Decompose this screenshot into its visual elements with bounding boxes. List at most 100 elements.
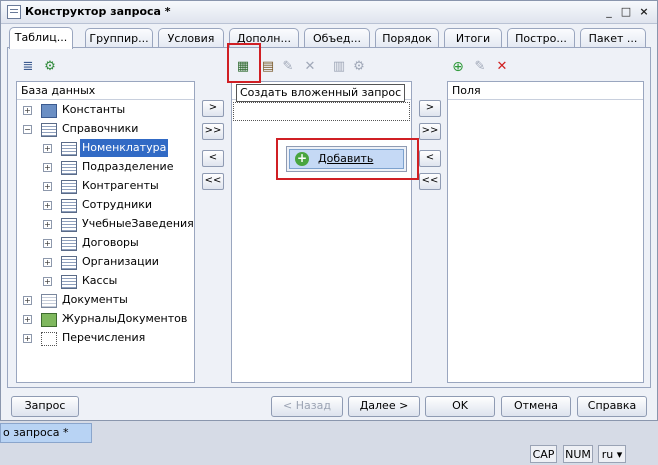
tree-item-nomenclature[interactable]: + Номенклатура [17,139,194,157]
collapse-icon[interactable]: − [23,125,32,134]
tab-unions[interactable]: Объед... [304,28,370,48]
close-button[interactable]: × [636,4,652,19]
database-panel: База данных + Константы − Справочники + … [16,81,195,383]
database-panel-header: База данных [17,82,194,100]
tree-item-label: ЖурналыДокументов [62,312,188,325]
catalog-table-icon [61,142,77,156]
window-icon [7,5,21,19]
taskbar-window-tab[interactable]: о запроса * [0,423,92,443]
tree-item-cash[interactable]: + Кассы [17,272,194,290]
add-icon: + [295,151,309,166]
title-bar[interactable]: Конструктор запроса * _ □ × [1,1,657,24]
tab-order[interactable]: Порядок [375,28,439,48]
tree-item-label: Организации [82,255,159,268]
field-move-all-left-button[interactable]: << [419,173,441,190]
context-menu: + Добавить [286,146,407,172]
add-table-icon[interactable]: ▤ [260,59,276,75]
expand-icon[interactable]: + [23,296,32,305]
catalog-table-icon [61,218,77,232]
tree-item-label: УчебныеЗаведения [82,217,194,230]
expand-icon[interactable]: + [43,163,52,172]
enum-icon [41,332,57,346]
edit-field-icon[interactable]: ✎ [472,59,488,75]
replace-table-icon[interactable]: ▥ [331,59,347,75]
tree-item-label: Перечисления [62,331,146,344]
field-move-all-right-button[interactable]: >> [419,123,441,140]
language-selector[interactable]: ru ▾ [598,445,626,463]
tree-item-employees[interactable]: + Сотрудники [17,196,194,214]
expand-icon[interactable]: + [43,144,52,153]
delete-field-icon[interactable]: ✕ [494,59,510,75]
tab-conditions[interactable]: Условия [158,28,224,48]
help-button[interactable]: Справка [577,396,647,417]
tree-item-label: Номенклатура [80,139,169,157]
tree-item-counterparties[interactable]: + Контрагенты [17,177,194,195]
document-icon [41,294,57,308]
tree-settings-icon[interactable]: ⚙ [42,59,58,75]
query-designer-window: Конструктор запроса * _ □ × Таблиц... Гр… [0,0,658,421]
add-menu-label: Добавить [318,152,374,165]
back-button[interactable]: < Назад [271,396,343,417]
add-field-icon[interactable]: ⊕ [450,59,466,75]
add-menu-item[interactable]: + Добавить [289,149,404,169]
focused-row[interactable] [233,102,410,121]
catalog-table-icon [61,199,77,213]
expand-icon[interactable]: + [43,239,52,248]
tree-item-label: Подразделение [82,160,174,173]
move-right-button[interactable]: > [202,100,224,117]
catalog-table-icon [61,256,77,270]
catalog-table-icon [61,161,77,175]
cancel-button[interactable]: Отмена [501,396,571,417]
catalog-table-icon [41,123,57,137]
tab-tables[interactable]: Таблиц... [9,27,73,49]
constants-icon [41,104,57,118]
expand-icon[interactable]: + [43,258,52,267]
tree-item-journals[interactable]: + ЖурналыДокументов [17,310,194,328]
table-settings-icon[interactable]: ⚙ [351,59,367,75]
expand-icon[interactable]: + [43,182,52,191]
tree-item-label: Сотрудники [82,198,153,211]
expand-icon[interactable]: + [23,315,32,324]
field-move-left-button[interactable]: < [419,150,441,167]
expand-icon[interactable]: + [43,201,52,210]
tree-item-catalogs[interactable]: − Справочники [17,120,194,138]
tree-item-label: Справочники [62,122,139,135]
tab-totals[interactable]: Итоги [444,28,502,48]
expand-icon[interactable]: + [43,277,52,286]
move-all-left-button[interactable]: << [202,173,224,190]
minimize-button[interactable]: _ [601,4,617,19]
ok-button[interactable]: OK [425,396,495,417]
tree-item-constants[interactable]: + Константы [17,101,194,119]
query-button[interactable]: Запрос [11,396,79,417]
tree-item-department[interactable]: + Подразделение [17,158,194,176]
tab-grouping[interactable]: Группир... [85,28,153,48]
list-icon[interactable]: ≣ [20,59,36,75]
move-left-button[interactable]: < [202,150,224,167]
tree-item-documents[interactable]: + Документы [17,291,194,309]
tree-item-contracts[interactable]: + Договоры [17,234,194,252]
caps-lock-indicator: CAP [530,445,557,463]
edit-icon[interactable]: ✎ [280,59,296,75]
tree-item-label: Кассы [82,274,118,287]
expand-icon[interactable]: + [23,106,32,115]
expand-icon[interactable]: + [43,220,52,229]
delete-icon[interactable]: ✕ [302,59,318,75]
tab-builder[interactable]: Постро... [507,28,575,48]
window-title: Конструктор запроса * [25,5,171,18]
num-lock-indicator: NUM [563,445,593,463]
tooltip: Создать вложенный запрос [236,84,406,102]
tree-item-enums[interactable]: + Перечисления [17,329,194,347]
expand-icon[interactable]: + [23,334,32,343]
move-all-right-button[interactable]: >> [202,123,224,140]
tables-panel: Т [231,81,412,383]
highlight-box [227,43,261,83]
next-button[interactable]: Далее > [348,396,420,417]
tree-item-label: Константы [62,103,126,116]
tab-batch[interactable]: Пакет ... [580,28,646,48]
field-move-right-button[interactable]: > [419,100,441,117]
tree-item-organizations[interactable]: + Организации [17,253,194,271]
maximize-button[interactable]: □ [618,4,634,19]
tree-item-schools[interactable]: + УчебныеЗаведения [17,215,194,233]
tree-item-label: Документы [62,293,128,306]
tree-item-label: Контрагенты [82,179,159,192]
